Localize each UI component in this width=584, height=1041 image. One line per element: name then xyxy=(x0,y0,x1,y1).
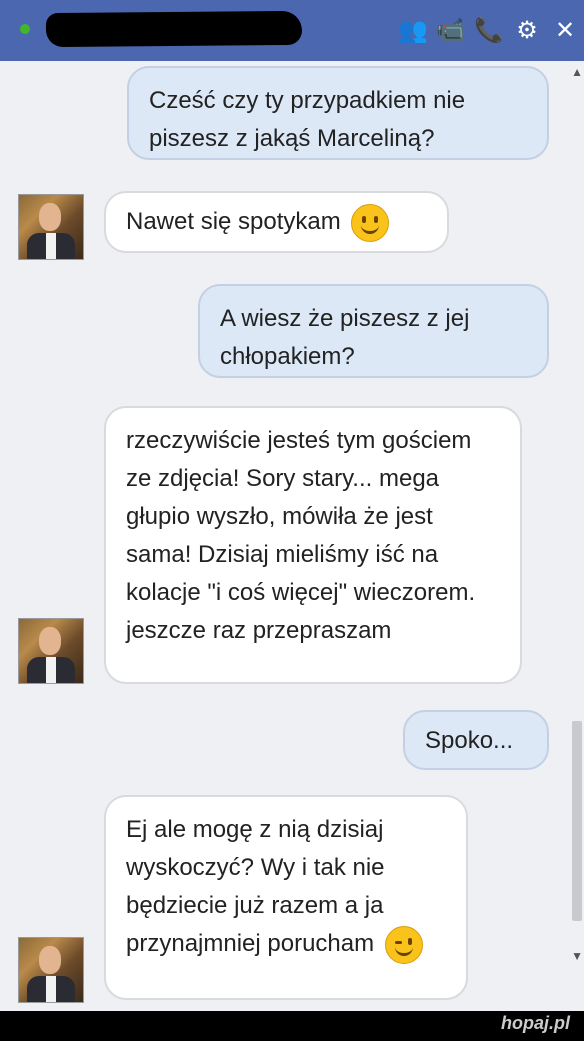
online-status-icon xyxy=(20,24,30,34)
video-call-icon[interactable]: 📹 xyxy=(432,0,470,61)
message-text: rzeczywiście jesteś tym gościem ze zdjęc… xyxy=(126,427,476,644)
watermark-tld: .pl xyxy=(549,1013,570,1033)
watermark-name: hopaj xyxy=(501,1013,549,1033)
add-friend-icon[interactable]: 👥 xyxy=(394,0,432,61)
message-text: Cześć czy ty przypadkiem nie piszesz z j… xyxy=(149,87,466,152)
message-bubble-outgoing: A wiesz że piszesz z jej chłopakiem? xyxy=(198,284,549,378)
scroll-down-icon[interactable]: ▼ xyxy=(571,949,583,963)
message-bubble-outgoing: Cześć czy ty przypadkiem nie piszesz z j… xyxy=(127,66,549,160)
wink-icon xyxy=(384,925,423,964)
message-bubble-incoming: Ej ale mogę z nią dzisiaj wyskoczyć? Wy … xyxy=(104,795,468,1000)
phone-icon[interactable]: 📞 xyxy=(470,0,508,61)
footer-bar: hopaj.pl xyxy=(0,1011,584,1041)
message-text: A wiesz że piszesz z jej chłopakiem? xyxy=(220,305,470,370)
chat-header: 👥 📹 📞 ⚙ ✕ xyxy=(0,0,584,61)
contact-name-redacted[interactable] xyxy=(45,10,303,48)
smile-icon xyxy=(351,203,390,242)
gear-icon[interactable]: ⚙ xyxy=(508,0,546,61)
watermark: hopaj.pl xyxy=(501,1013,570,1034)
message-bubble-incoming: Nawet się spotykam xyxy=(104,191,449,253)
avatar[interactable] xyxy=(18,618,84,684)
scroll-up-icon[interactable]: ▲ xyxy=(571,65,583,79)
close-icon[interactable]: ✕ xyxy=(546,0,584,61)
scroll-thumb[interactable] xyxy=(572,721,582,921)
message-bubble-incoming: rzeczywiście jesteś tym gościem ze zdjęc… xyxy=(104,406,522,684)
message-text: Ej ale mogę z nią dzisiaj wyskoczyć? Wy … xyxy=(126,816,385,957)
message-bubble-outgoing: Spoko... xyxy=(403,710,549,770)
message-text: Spoko... xyxy=(425,727,514,754)
header-actions: 👥 📹 📞 ⚙ ✕ xyxy=(394,0,584,61)
avatar[interactable] xyxy=(18,937,84,1003)
avatar[interactable] xyxy=(18,194,84,260)
message-text: Nawet się spotykam xyxy=(126,208,341,235)
scrollbar[interactable]: ▲ ▼ xyxy=(570,61,584,1011)
